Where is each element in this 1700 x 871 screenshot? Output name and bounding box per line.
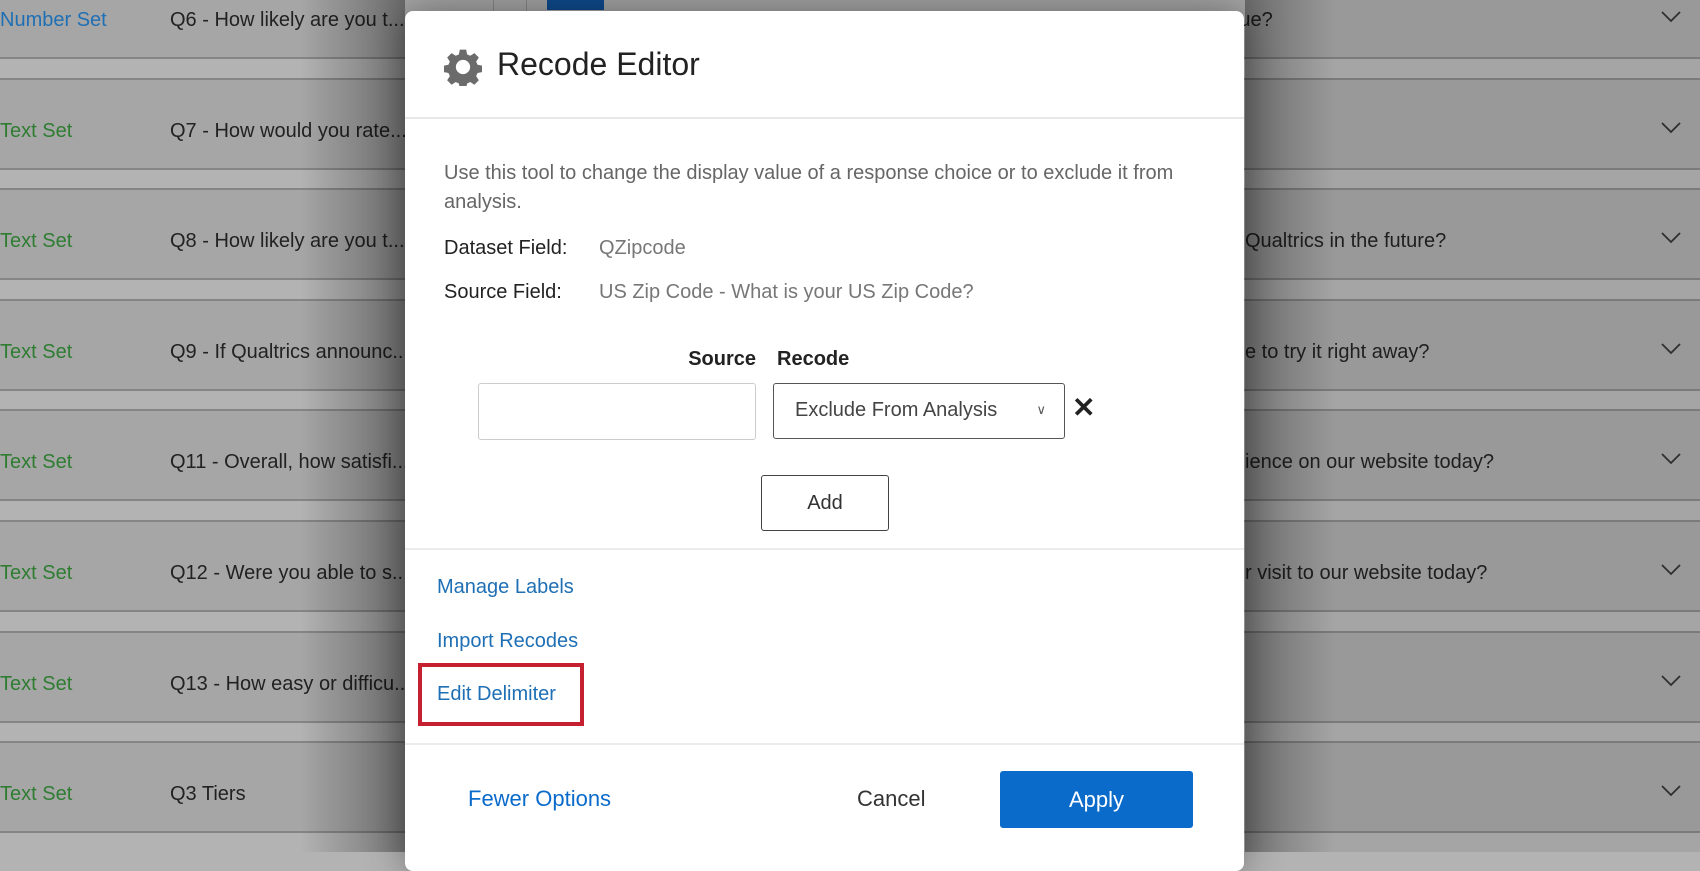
manage-labels-link[interactable]: Manage Labels: [437, 576, 574, 599]
recode-select-value: Exclude From Analysis: [795, 399, 998, 421]
field-type: Text Set: [0, 562, 73, 584]
dataset-field-value: QZipcode: [599, 237, 686, 259]
chevron-down-icon[interactable]: [1660, 669, 1682, 691]
chevron-down-icon[interactable]: [1660, 779, 1682, 801]
chevron-down-icon[interactable]: [1660, 337, 1682, 359]
divider: [405, 548, 1244, 550]
field-type: Number Set: [0, 9, 107, 31]
chevron-down-icon[interactable]: [1660, 226, 1682, 248]
question-text-full: Qualtrics in the future?: [1245, 230, 1447, 253]
field-type: Text Set: [0, 230, 73, 253]
question-text: Q7 - How would you rate...: [170, 119, 407, 142]
dialog-header: Recode Editor: [405, 11, 1244, 119]
apply-button[interactable]: Apply: [1000, 771, 1193, 828]
dialog-description: Use this tool to change the display valu…: [444, 162, 1174, 213]
recode-editor-dialog: Recode Editor Use this tool to change th…: [405, 11, 1244, 871]
question-text-full: r visit to our website today?: [1245, 562, 1488, 584]
question-text: Q8 - How likely are you t...: [170, 230, 405, 253]
field-type: Text Set: [0, 340, 73, 363]
field-type: Text Set: [0, 119, 73, 142]
chevron-down-icon[interactable]: [1660, 5, 1682, 27]
field-type: Text Set: [0, 451, 73, 474]
chevron-down-icon[interactable]: [1660, 116, 1682, 138]
source-input[interactable]: [478, 383, 756, 440]
cancel-button[interactable]: Cancel: [857, 786, 925, 812]
source-field-label: Source Field:: [444, 281, 562, 303]
recode-select[interactable]: Exclude From Analysis ∨: [773, 383, 1065, 439]
highlight-box: [418, 663, 584, 726]
question-text: Q6 - How likely are you t...: [170, 9, 405, 31]
divider: [405, 743, 1244, 745]
question-icon-tile: [547, 0, 604, 10]
question-text: Q13 - How easy or difficu...: [170, 672, 411, 695]
source-column-header: Source: [688, 348, 756, 370]
source-field-value: US Zip Code - What is your US Zip Code?: [599, 281, 974, 303]
question-text-full: ience on our website today?: [1245, 451, 1495, 474]
remove-recode-button[interactable]: ✕: [1072, 394, 1095, 422]
fewer-options-link[interactable]: Fewer Options: [468, 786, 611, 812]
question-text: Q3 Tiers: [170, 783, 246, 806]
field-type: Text Set: [0, 783, 73, 806]
dataset-field-label: Dataset Field:: [444, 237, 568, 259]
import-recodes-link[interactable]: Import Recodes: [437, 630, 578, 653]
question-text: Q9 - If Qualtrics announc...: [170, 340, 409, 363]
gear-icon: [444, 49, 482, 86]
field-type: Text Set: [0, 672, 73, 695]
chevron-down-icon: ∨: [1036, 402, 1046, 417]
recode-column-header: Recode: [777, 348, 850, 370]
question-text-full: e to try it right away?: [1245, 340, 1430, 363]
chevron-down-icon[interactable]: [1660, 558, 1682, 580]
add-button[interactable]: Add: [761, 475, 889, 531]
chevron-down-icon[interactable]: [1660, 447, 1682, 469]
question-text: Q12 - Were you able to s...: [170, 562, 409, 584]
dialog-title: Recode Editor: [497, 46, 700, 82]
question-text: Q11 - Overall, how satisfi...: [170, 451, 409, 474]
